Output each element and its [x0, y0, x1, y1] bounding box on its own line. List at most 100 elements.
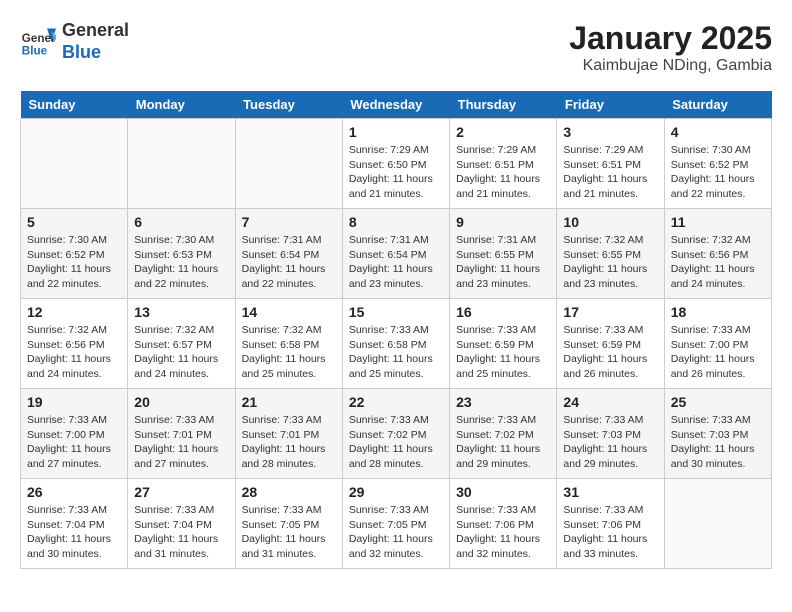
day-header-sunday: Sunday	[21, 91, 128, 119]
calendar-cell: 6Sunrise: 7:30 AM Sunset: 6:53 PM Daylig…	[128, 209, 235, 299]
day-number: 30	[456, 484, 550, 500]
day-info: Sunrise: 7:33 AM Sunset: 7:00 PM Dayligh…	[671, 323, 765, 382]
day-number: 20	[134, 394, 228, 410]
calendar-cell: 17Sunrise: 7:33 AM Sunset: 6:59 PM Dayli…	[557, 299, 664, 389]
calendar-cell: 12 Sunrise: 7:32 AM Sunset: 6:56 PM Dayli…	[21, 299, 128, 389]
day-info: Sunrise: 7:31 AM Sunset: 6:54 PM Dayligh…	[242, 233, 336, 292]
day-info: Sunrise: 7:33 AM Sunset: 7:06 PM Dayligh…	[456, 503, 550, 562]
calendar-cell: 31Sunrise: 7:33 AM Sunset: 7:06 PM Dayli…	[557, 479, 664, 569]
day-info: Sunrise: 7:33 AM Sunset: 7:00 PM Dayligh…	[27, 413, 121, 472]
calendar-cell: 28 Sunrise: 7:33 AM Sunset: 7:05 PM Dayli…	[235, 479, 342, 569]
calendar-subtitle: Kaimbujae NDing, Gambia	[569, 57, 772, 75]
day-number: 25	[671, 394, 765, 410]
title-block: January 2025 Kaimbujae NDing, Gambia	[569, 20, 772, 75]
day-number: 26	[27, 484, 121, 500]
day-number: 1	[349, 124, 443, 140]
day-number: 11	[671, 214, 765, 230]
day-info: Sunrise: 7:30 AM Sunset: 6:52 PM Dayligh…	[27, 233, 121, 292]
day-info: Sunrise: 7:29 AM Sunset: 6:51 PM Dayligh…	[563, 143, 657, 202]
calendar-cell: 14Sunrise: 7:32 AM Sunset: 6:58 PM Dayli…	[235, 299, 342, 389]
day-info: Sunrise: 7:32 AM Sunset: 6:58 PM Dayligh…	[242, 323, 336, 382]
calendar-table: SundayMondayTuesdayWednesdayThursdayFrid…	[20, 91, 772, 569]
day-number: 29	[349, 484, 443, 500]
day-header-monday: Monday	[128, 91, 235, 119]
calendar-cell: 29 Sunrise: 7:33 AM Sunset: 7:05 PM Dayli…	[342, 479, 449, 569]
calendar-cell: 16 Sunrise: 7:33 AM Sunset: 6:59 PM Dayli…	[450, 299, 557, 389]
day-header-friday: Friday	[557, 91, 664, 119]
day-header-saturday: Saturday	[664, 91, 771, 119]
day-number: 23	[456, 394, 550, 410]
day-info: Sunrise: 7:33 AM Sunset: 7:03 PM Dayligh…	[671, 413, 765, 472]
calendar-cell: 8 Sunrise: 7:31 AM Sunset: 6:54 PM Daylig…	[342, 209, 449, 299]
calendar-cell	[235, 119, 342, 209]
week-row-3: 12 Sunrise: 7:32 AM Sunset: 6:56 PM Dayli…	[21, 299, 772, 389]
calendar-cell	[21, 119, 128, 209]
calendar-cell: 21 Sunrise: 7:33 AM Sunset: 7:01 PM Dayli…	[235, 389, 342, 479]
logo: General Blue General Blue	[20, 20, 129, 63]
day-info: Sunrise: 7:33 AM Sunset: 7:04 PM Dayligh…	[134, 503, 228, 562]
calendar-header-row: SundayMondayTuesdayWednesdayThursdayFrid…	[21, 91, 772, 119]
day-info: Sunrise: 7:32 AM Sunset: 6:55 PM Dayligh…	[563, 233, 657, 292]
day-number: 2	[456, 124, 550, 140]
day-number: 8	[349, 214, 443, 230]
day-info: Sunrise: 7:33 AM Sunset: 6:59 PM Dayligh…	[563, 323, 657, 382]
calendar-cell: 20Sunrise: 7:33 AM Sunset: 7:01 PM Dayli…	[128, 389, 235, 479]
calendar-cell: 25 Sunrise: 7:33 AM Sunset: 7:03 PM Dayli…	[664, 389, 771, 479]
calendar-cell	[664, 479, 771, 569]
day-number: 12	[27, 304, 121, 320]
calendar-cell: 7 Sunrise: 7:31 AM Sunset: 6:54 PM Daylig…	[235, 209, 342, 299]
day-info: Sunrise: 7:33 AM Sunset: 7:03 PM Dayligh…	[563, 413, 657, 472]
calendar-cell: 24Sunrise: 7:33 AM Sunset: 7:03 PM Dayli…	[557, 389, 664, 479]
day-number: 18	[671, 304, 765, 320]
day-number: 19	[27, 394, 121, 410]
day-info: Sunrise: 7:33 AM Sunset: 7:04 PM Dayligh…	[27, 503, 121, 562]
calendar-cell: 9Sunrise: 7:31 AM Sunset: 6:55 PM Daylig…	[450, 209, 557, 299]
day-number: 15	[349, 304, 443, 320]
day-info: Sunrise: 7:30 AM Sunset: 6:53 PM Dayligh…	[134, 233, 228, 292]
logo-text: General Blue	[62, 20, 129, 63]
day-number: 16	[456, 304, 550, 320]
day-info: Sunrise: 7:32 AM Sunset: 6:56 PM Dayligh…	[27, 323, 121, 382]
day-number: 4	[671, 124, 765, 140]
day-number: 9	[456, 214, 550, 230]
calendar-cell: 19 Sunrise: 7:33 AM Sunset: 7:00 PM Dayli…	[21, 389, 128, 479]
day-info: Sunrise: 7:29 AM Sunset: 6:50 PM Dayligh…	[349, 143, 443, 202]
logo-icon: General Blue	[20, 24, 56, 60]
calendar-cell: 18 Sunrise: 7:33 AM Sunset: 7:00 PM Dayli…	[664, 299, 771, 389]
day-number: 31	[563, 484, 657, 500]
day-number: 22	[349, 394, 443, 410]
week-row-4: 19 Sunrise: 7:33 AM Sunset: 7:00 PM Dayli…	[21, 389, 772, 479]
day-info: Sunrise: 7:33 AM Sunset: 7:01 PM Dayligh…	[242, 413, 336, 472]
calendar-cell: 5Sunrise: 7:30 AM Sunset: 6:52 PM Daylig…	[21, 209, 128, 299]
day-info: Sunrise: 7:33 AM Sunset: 6:59 PM Dayligh…	[456, 323, 550, 382]
calendar-cell: 15Sunrise: 7:33 AM Sunset: 6:58 PM Dayli…	[342, 299, 449, 389]
calendar-cell: 2 Sunrise: 7:29 AM Sunset: 6:51 PM Daylig…	[450, 119, 557, 209]
calendar-cell: 13 Sunrise: 7:32 AM Sunset: 6:57 PM Dayli…	[128, 299, 235, 389]
calendar-cell: 26 Sunrise: 7:33 AM Sunset: 7:04 PM Dayli…	[21, 479, 128, 569]
day-number: 28	[242, 484, 336, 500]
day-number: 10	[563, 214, 657, 230]
day-info: Sunrise: 7:33 AM Sunset: 7:05 PM Dayligh…	[349, 503, 443, 562]
day-header-tuesday: Tuesday	[235, 91, 342, 119]
calendar-cell: 1 Sunrise: 7:29 AM Sunset: 6:50 PM Daylig…	[342, 119, 449, 209]
day-info: Sunrise: 7:33 AM Sunset: 7:05 PM Dayligh…	[242, 503, 336, 562]
calendar-body: 1 Sunrise: 7:29 AM Sunset: 6:50 PM Daylig…	[21, 119, 772, 569]
day-number: 3	[563, 124, 657, 140]
day-number: 13	[134, 304, 228, 320]
day-header-wednesday: Wednesday	[342, 91, 449, 119]
day-info: Sunrise: 7:30 AM Sunset: 6:52 PM Dayligh…	[671, 143, 765, 202]
day-info: Sunrise: 7:33 AM Sunset: 7:02 PM Dayligh…	[456, 413, 550, 472]
week-row-1: 1 Sunrise: 7:29 AM Sunset: 6:50 PM Daylig…	[21, 119, 772, 209]
day-number: 7	[242, 214, 336, 230]
calendar-cell	[128, 119, 235, 209]
day-number: 21	[242, 394, 336, 410]
calendar-title: January 2025	[569, 20, 772, 57]
calendar-cell: 30 Sunrise: 7:33 AM Sunset: 7:06 PM Dayli…	[450, 479, 557, 569]
calendar-cell: 10 Sunrise: 7:32 AM Sunset: 6:55 PM Dayli…	[557, 209, 664, 299]
day-info: Sunrise: 7:33 AM Sunset: 7:02 PM Dayligh…	[349, 413, 443, 472]
day-info: Sunrise: 7:31 AM Sunset: 6:54 PM Dayligh…	[349, 233, 443, 292]
week-row-2: 5Sunrise: 7:30 AM Sunset: 6:52 PM Daylig…	[21, 209, 772, 299]
day-info: Sunrise: 7:29 AM Sunset: 6:51 PM Dayligh…	[456, 143, 550, 202]
day-info: Sunrise: 7:32 AM Sunset: 6:57 PM Dayligh…	[134, 323, 228, 382]
calendar-cell: 23 Sunrise: 7:33 AM Sunset: 7:02 PM Dayli…	[450, 389, 557, 479]
